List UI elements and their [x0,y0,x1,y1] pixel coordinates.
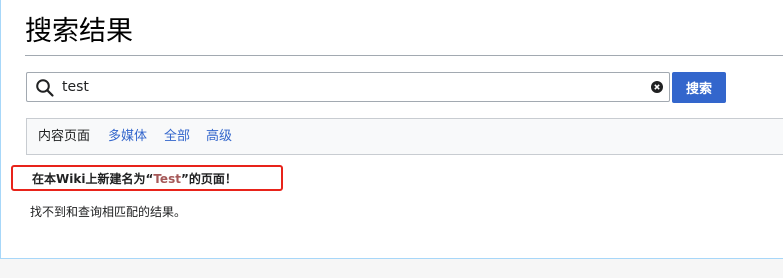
search-profile-tabs: 内容页面 多媒体 全部 高级 [26,118,783,155]
create-prefix: 在本Wiki上新建名为“ [32,172,154,186]
tab-advanced[interactable]: 高级 [206,129,232,145]
tab-multimedia[interactable]: 多媒体 [108,129,147,145]
tab-all[interactable]: 全部 [164,129,190,145]
create-suffix: ”的页面！ [180,172,237,186]
search-button[interactable]: 搜索 [672,72,726,103]
tab-content-pages[interactable]: 内容页面 [38,129,90,145]
clear-icon[interactable] [651,81,663,93]
create-page-text: 在本Wiki上新建名为“Test”的页面！ [32,172,237,186]
title-divider [25,55,783,56]
search-query-text[interactable]: test [62,79,89,95]
create-page-notice: 在本Wiki上新建名为“Test”的页面！ [11,165,283,191]
create-page-link[interactable]: Test [153,172,181,186]
search-input[interactable]: test [26,72,670,102]
page-title: 搜索结果 [25,16,133,47]
search-icon [35,78,55,98]
no-results-message: 找不到和查询相匹配的结果。 [30,205,187,219]
content-area: 搜索结果 test 搜索 内容页面 多媒体 全部 高级 [0,0,783,259]
